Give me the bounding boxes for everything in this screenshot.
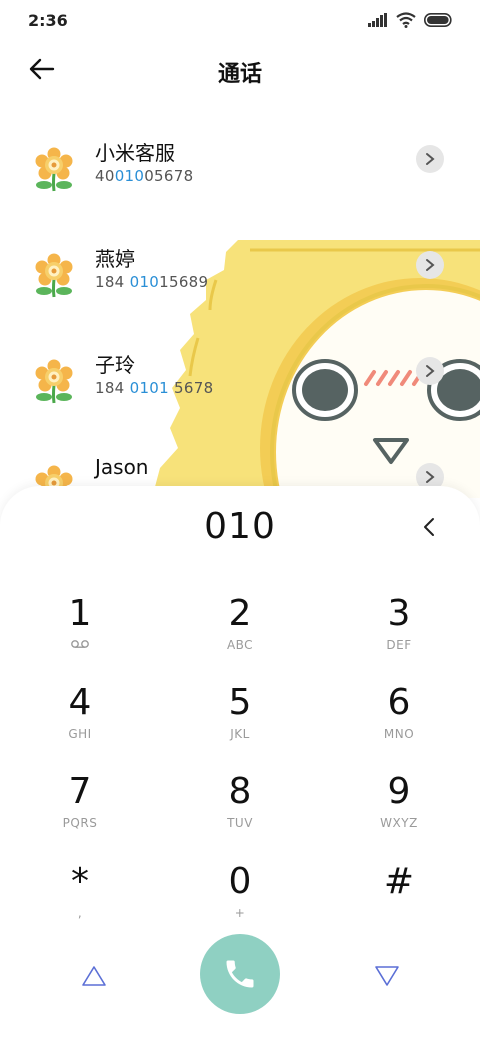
contact-number: 184 0101 5678 [95,379,213,397]
key-8[interactable]: 8 TUV [180,772,300,852]
battery-icon [424,13,452,27]
contact-name: 子玲 [95,353,135,377]
number-part: 05678 [144,167,194,185]
contact-detail-button[interactable] [416,145,444,173]
chevron-right-icon [426,365,435,377]
key-4[interactable]: 4 GHI [20,683,140,763]
number-match: 010 [114,167,145,185]
key-sub: PQRS [62,816,98,830]
flower-icon [35,253,73,298]
signal-icon [368,13,387,27]
status-bar: 2:36 [0,0,480,40]
contact-name: 燕婷 [95,247,135,271]
contact-name: Jason [95,455,149,479]
contact-item[interactable]: 小米客服 4001005678 [0,137,480,237]
triangle-up-icon [82,966,106,986]
contact-detail-button[interactable] [416,251,444,279]
key-5[interactable]: 5 JKL [180,683,300,763]
chevron-right-icon [426,153,435,165]
key-sub: JKL [230,727,250,741]
key-sub: GHI [68,727,92,741]
number-part: 184 [95,273,130,291]
key-sub: + [234,906,246,920]
key-3[interactable]: 3 DEF [339,594,459,674]
number-part: 5678 [168,379,214,397]
call-button[interactable] [200,934,280,1014]
key-digit: 9 [387,771,411,812]
contact-detail-button[interactable] [416,357,444,385]
wifi-icon [396,12,416,28]
backspace-button[interactable] [414,510,444,544]
number-part: 184 [95,379,130,397]
contact-item[interactable]: 燕婷 184 01015689 [0,243,480,343]
dial-number-display[interactable]: 010 [0,506,480,547]
key-sub [20,638,140,652]
contact-number: 184 01015689 [95,273,208,291]
key-digit: 3 [387,593,411,634]
expand-keypad-button[interactable] [373,964,401,988]
number-part: 15689 [159,273,209,291]
chevron-left-icon [424,518,434,536]
key-digit: * [71,861,89,902]
key-sub: MNO [383,727,415,741]
number-match: 010 [129,273,160,291]
flower-icon [35,359,73,404]
bottom-action-bar [0,930,480,1030]
key-digit: 7 [68,771,92,812]
header: 通话 [0,46,480,94]
voicemail-icon [71,640,89,648]
contact-item[interactable]: 子玲 184 0101 5678 [0,349,480,449]
key-sub: TUV [227,816,253,830]
key-sub: DEF [386,638,412,652]
key-digit: # [383,861,415,902]
phone-icon [226,960,254,988]
key-sub [339,906,459,920]
key-9[interactable]: 9 WXYZ [339,772,459,852]
contact-number: 4001005678 [95,167,193,185]
number-part: 40 [95,167,115,185]
key-sub: , [77,906,83,920]
flower-icon [35,147,73,192]
key-digit: 4 [68,682,92,723]
key-digit: 5 [228,682,252,723]
key-digit: 0 [228,861,252,902]
dialer-screen: 2:36 通话 小米客服 4001005678 燕婷 184 01015689 … [0,0,480,1040]
key-2[interactable]: 2 ABC [180,594,300,674]
contact-name: 小米客服 [95,141,175,165]
chevron-right-icon [426,259,435,271]
key-digit: 6 [387,682,411,723]
key-6[interactable]: 6 MNO [339,683,459,763]
number-match: 0101 [129,379,169,397]
page-title: 通话 [217,62,262,87]
key-digit: 1 [68,593,92,634]
status-icons [368,12,454,28]
collapse-keypad-button[interactable] [80,964,108,988]
chevron-right-icon [426,471,435,483]
triangle-down-icon [375,966,399,986]
key-sub: ABC [226,638,254,652]
status-time: 2:36 [28,11,68,30]
key-sub: WXYZ [380,816,418,830]
key-1[interactable]: 1 [20,594,140,674]
key-digit: 2 [228,593,252,634]
key-digit: 8 [228,771,252,812]
key-7[interactable]: 7 PQRS [20,772,140,852]
